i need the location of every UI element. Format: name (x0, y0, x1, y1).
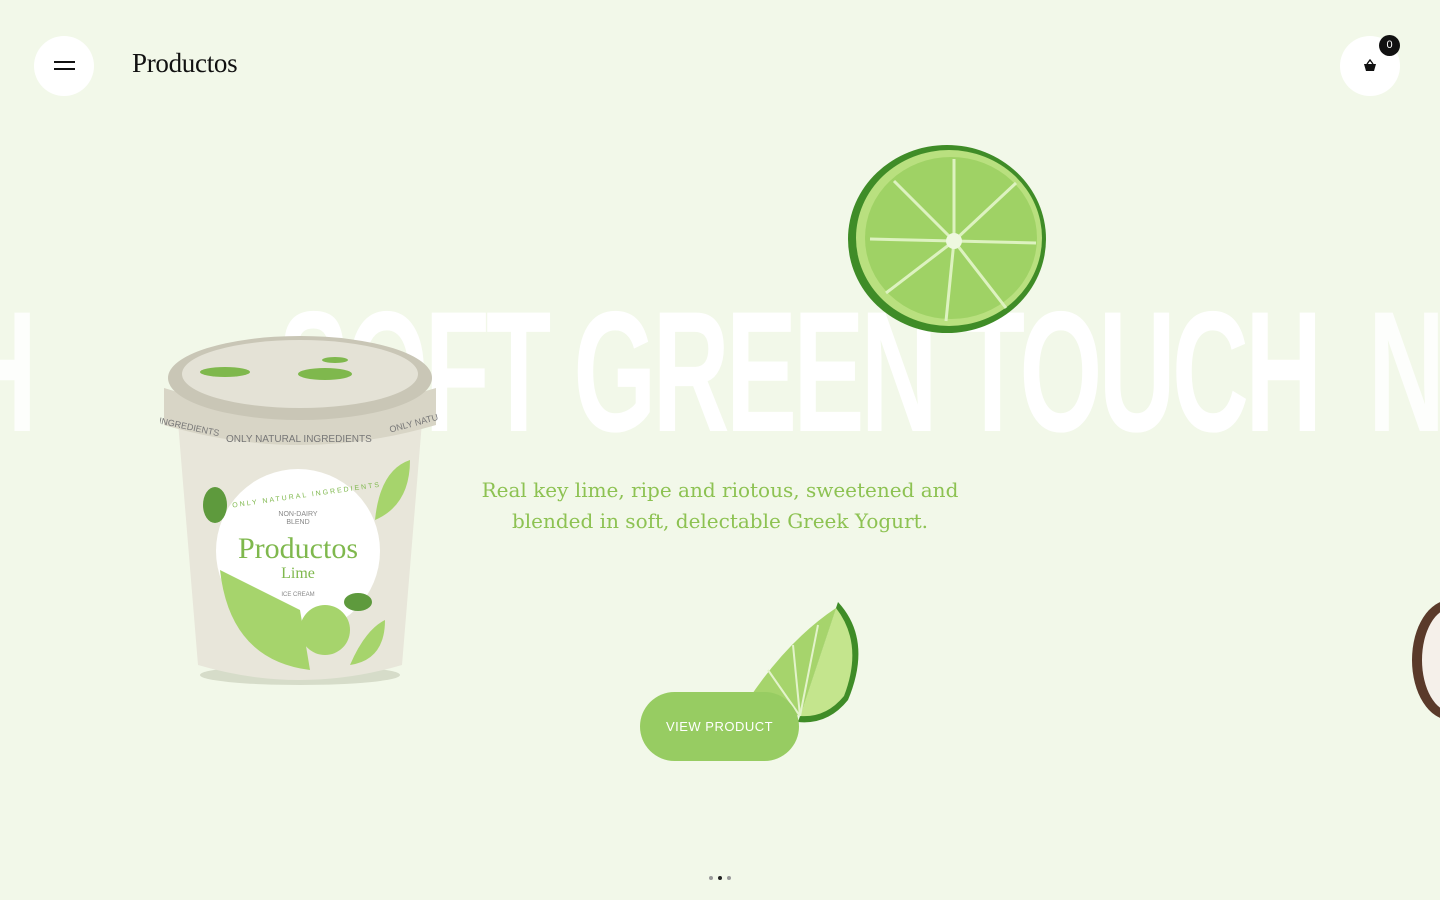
label-type: ICE CREAM (281, 592, 314, 598)
tagline-line-2: blended in soft, delectable Greek Yogurt… (511, 509, 929, 533)
basket-icon (1364, 59, 1376, 71)
hamburger-icon (54, 61, 75, 63)
lime-slice-illustration (848, 145, 1046, 333)
view-product-button[interactable]: VIEW PRODUCT (640, 692, 799, 761)
product-description: Real key lime, ripe and riotous, sweeten… (440, 475, 1000, 537)
menu-button[interactable] (34, 36, 94, 96)
label-blend-line1: NON-DAIRY (278, 511, 317, 518)
next-slide-title-fragment: N (1368, 276, 1440, 468)
label-flavor: Lime (281, 565, 315, 582)
pagination-dot-3[interactable] (727, 876, 731, 880)
pagination-dot-1[interactable] (709, 876, 713, 880)
previous-slide-title-fragment: H (0, 286, 37, 458)
label-blend-line2: BLEND (286, 519, 309, 526)
tub-band-text: ONLY NATURAL INGREDIENTS (226, 434, 372, 445)
tagline-line-1: Real key lime, ripe and riotous, sweeten… (481, 478, 959, 502)
cart-count-badge: 0 (1379, 35, 1400, 56)
coconut-illustration (1412, 602, 1440, 718)
pagination-dot-2[interactable] (718, 876, 722, 880)
hamburger-icon-bar (54, 68, 75, 70)
ice-cream-tub-product-image: INGREDIENTS ONLY NATURAL INGREDIENTS ONL… (160, 336, 439, 685)
label-brand: Productos (238, 532, 358, 565)
site-logo[interactable]: Productos (132, 48, 238, 79)
